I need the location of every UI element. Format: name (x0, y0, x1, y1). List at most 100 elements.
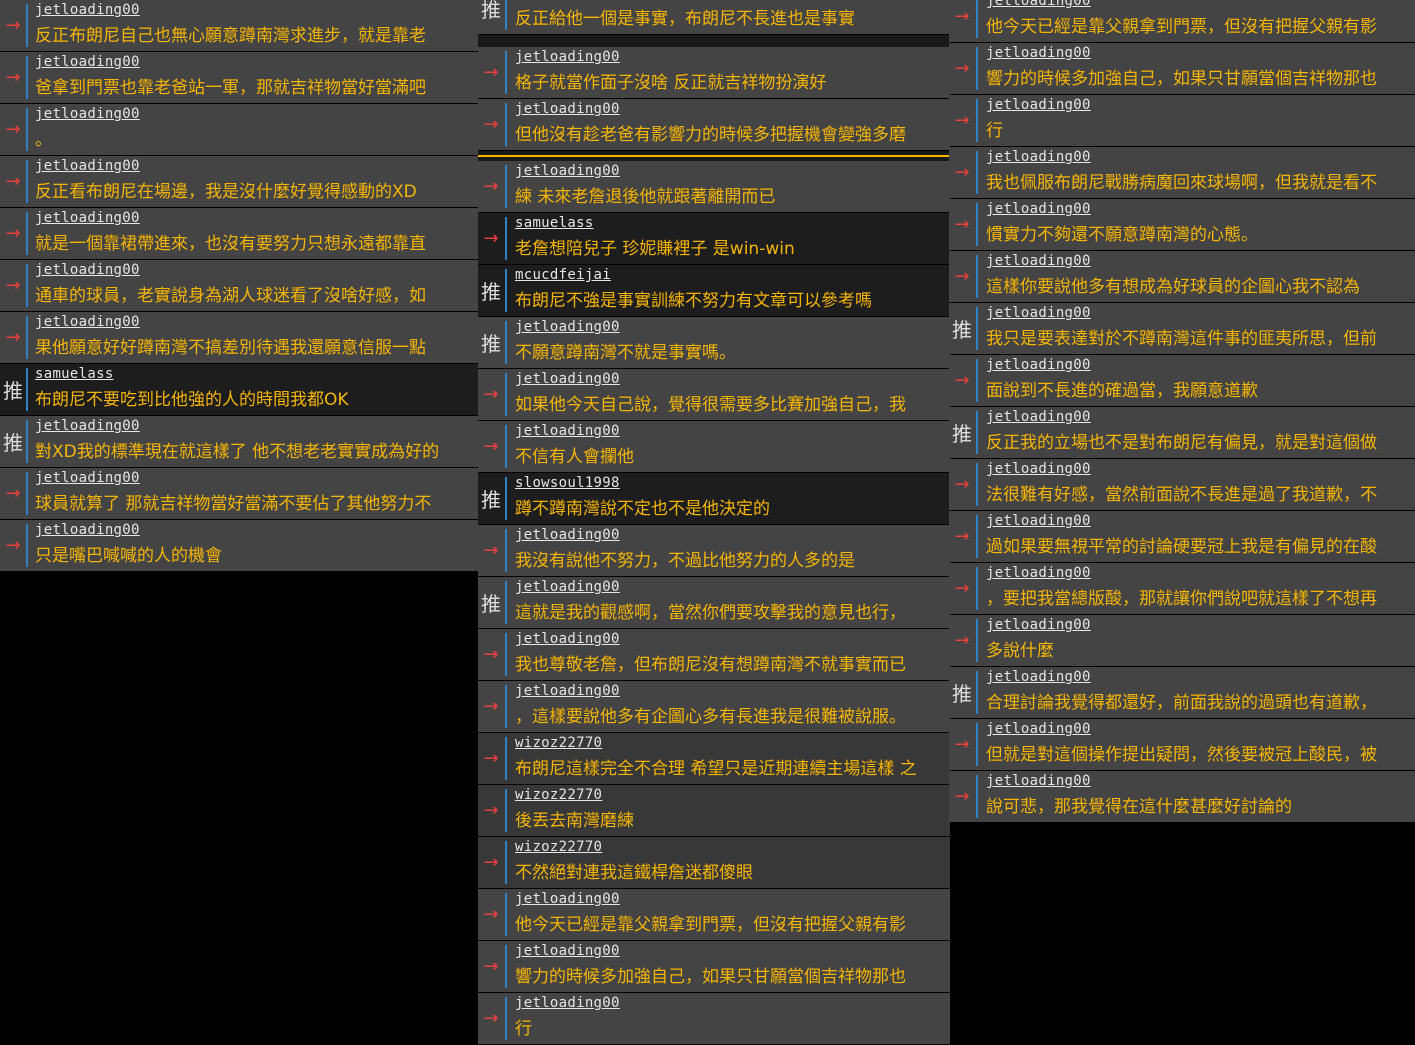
comment-divider (505, 477, 507, 520)
comment-username-link[interactable]: samuelass (515, 215, 594, 231)
arrow-tag-icon: → (5, 67, 21, 88)
comment-row: → jetloading00 反正布朗尼自己也無心願意蹲南灣求進步，就是靠老 (0, 0, 478, 51)
comment-text: 不信有人會攔他 (515, 447, 634, 467)
comment-username-link[interactable]: jetloading00 (515, 0, 620, 1)
comment-text: 反正給他一個是事實，布朗尼不長進也是事實 (515, 9, 855, 29)
comment-divider (976, 307, 978, 350)
comment-text: 就是一個靠裙帶進來，也沒有要努力只想永遠都靠直 (35, 234, 426, 254)
comment-divider (505, 841, 507, 884)
comment-username-link[interactable]: jetloading00 (515, 891, 620, 907)
comment-username-link[interactable]: jetloading00 (515, 319, 620, 335)
comment-username-link[interactable]: jetloading00 (35, 262, 140, 278)
comment-username-link[interactable]: samuelass (35, 366, 114, 382)
comment-username-link[interactable]: jetloading00 (515, 943, 620, 959)
comment-username-link[interactable]: jetloading00 (515, 683, 620, 699)
comment-username-link[interactable]: jetloading00 (515, 49, 620, 65)
comment-username-link[interactable]: slowsoul1998 (515, 475, 620, 491)
comment-divider (976, 463, 978, 506)
comment-row: → jetloading00 這樣你要說他多有想成為好球員的企圖心我不認為 (949, 251, 1415, 302)
comment-row: → jetloading00 但他沒有趁老爸有影響力的時候多把握機會變強多磨 (478, 99, 950, 150)
comment-divider (26, 316, 28, 359)
arrow-tag-icon: → (954, 630, 970, 651)
comment-username-link[interactable]: jetloading00 (986, 565, 1091, 581)
comment-username-link[interactable]: jetloading00 (35, 314, 140, 330)
comment-username-link[interactable]: jetloading00 (986, 409, 1091, 425)
comment-row: → jetloading00 但就是對這個操作提出疑問，然後要被冠上酸民，被 (949, 719, 1415, 770)
arrow-tag-icon: → (954, 370, 970, 391)
comment-username-link[interactable]: jetloading00 (35, 210, 140, 226)
comment-text: 不願意蹲南灣不就是事實嗎。 (515, 343, 736, 363)
comment-username-link[interactable]: jetloading00 (35, 2, 140, 18)
comment-username-link[interactable]: jetloading00 (515, 371, 620, 387)
comment-username-link[interactable]: jetloading00 (986, 45, 1091, 61)
comment-username-link[interactable]: wizoz22770 (515, 735, 602, 751)
arrow-tag-icon: → (954, 578, 970, 599)
comment-text: 反正我的立場也不是對布朗尼有偏見，就是對這個做 (986, 433, 1377, 453)
comment-username-link[interactable]: jetloading00 (515, 163, 620, 179)
comment-username-link[interactable]: wizoz22770 (515, 787, 602, 803)
comment-divider (505, 789, 507, 832)
comment-username-link[interactable]: jetloading00 (35, 54, 140, 70)
comment-text: 如果他今天自己說，覺得很需要多比賽加強自己，我 (515, 395, 906, 415)
arrow-tag-icon: → (483, 436, 499, 457)
comment-username-link[interactable]: jetloading00 (515, 423, 620, 439)
comment-text: 過如果要無視平常的討論硬要冠上我是有偏見的在酸 (986, 537, 1377, 557)
comment-divider (26, 368, 28, 411)
comment-text: 慣實力不夠還不願意蹲南灣的心態。 (986, 225, 1258, 245)
comment-username-link[interactable]: jetloading00 (986, 617, 1091, 633)
comment-row: 推 jetloading00 這就是我的觀感啊，當然你們要攻擊我的意見也行， (478, 577, 950, 628)
comment-text: 響力的時候多加強自己，如果只甘願當個吉祥物那也 (986, 69, 1377, 89)
arrow-tag-icon: → (5, 119, 21, 140)
comment-username-link[interactable]: mcucdfeijai (515, 267, 611, 283)
comment-username-link[interactable]: jetloading00 (986, 669, 1091, 685)
comment-username-link[interactable]: jetloading00 (35, 522, 140, 538)
comment-username-link[interactable]: jetloading00 (986, 149, 1091, 165)
comment-username-link[interactable]: jetloading00 (986, 0, 1091, 9)
comment-text: 通車的球員，老實說身為湖人球迷看了沒啥好感，如 (35, 286, 426, 306)
comment-row: → wizoz22770 布朗尼這樣完全不合理 希望只是近期連續主場這樣 之 (478, 733, 950, 784)
comment-divider (505, 269, 507, 312)
comment-text: 法很難有好感，當然前面說不長進是過了我道歉，不 (986, 485, 1377, 505)
comment-username-link[interactable]: jetloading00 (515, 527, 620, 543)
comment-username-link[interactable]: jetloading00 (986, 773, 1091, 789)
comment-username-link[interactable]: wizoz22770 (515, 839, 602, 855)
arrow-tag-icon: → (483, 62, 499, 83)
comment-username-link[interactable]: jetloading00 (986, 201, 1091, 217)
comment-username-link[interactable]: jetloading00 (35, 106, 140, 122)
comment-row: → jetloading00 ，要把我當總版酸，那就讓你們說吧就這樣了不想再 (949, 563, 1415, 614)
comment-text: 但他沒有趁老爸有影響力的時候多把握機會變強多磨 (515, 125, 906, 145)
comment-divider (505, 997, 507, 1040)
comment-username-link[interactable]: jetloading00 (515, 579, 620, 595)
comment-divider (505, 529, 507, 572)
comment-username-link[interactable]: jetloading00 (986, 513, 1091, 529)
arrow-tag-icon: → (5, 275, 21, 296)
comment-row: 推 jetloading00 反正我的立場也不是對布朗尼有偏見，就是對這個做 (949, 407, 1415, 458)
comment-text: 這就是我的觀感啊，當然你們要攻擊我的意見也行， (515, 603, 906, 623)
comment-username-link[interactable]: jetloading00 (515, 101, 620, 117)
comment-username-link[interactable]: jetloading00 (986, 97, 1091, 113)
comment-username-link[interactable]: jetloading00 (35, 418, 140, 434)
comment-username-link[interactable]: jetloading00 (35, 158, 140, 174)
arrow-tag-icon: → (5, 223, 21, 244)
comment-text: 多說什麼 (986, 641, 1054, 661)
comment-username-link[interactable]: jetloading00 (515, 631, 620, 647)
comment-username-link[interactable]: jetloading00 (986, 461, 1091, 477)
comment-username-link[interactable]: jetloading00 (515, 995, 620, 1011)
comment-username-link[interactable]: jetloading00 (986, 721, 1091, 737)
comment-row: → samuelass 老詹想陪兒子 珍妮賺裡子 是win-win (478, 213, 950, 264)
comment-text: 行 (986, 121, 1003, 141)
comment-text: 反正看布朗尼在場邊，我是沒什麼好覺得感動的XD (35, 182, 417, 202)
comment-text: 布朗尼不要吃到比他強的人的時間我都OK (35, 390, 349, 410)
comment-divider (505, 633, 507, 676)
comment-username-link[interactable]: jetloading00 (986, 305, 1091, 321)
arrow-tag-icon: → (483, 852, 499, 873)
comment-divider (976, 723, 978, 766)
comment-username-link[interactable]: jetloading00 (986, 357, 1091, 373)
comment-divider (505, 217, 507, 260)
arrow-tag-icon: → (954, 6, 970, 27)
arrow-tag-icon: → (954, 474, 970, 495)
comment-username-link[interactable]: jetloading00 (986, 253, 1091, 269)
comment-username-link[interactable]: jetloading00 (35, 470, 140, 486)
comment-row: → jetloading00 只是嘴巴喊喊的人的機會 (0, 520, 478, 571)
comment-row: → jetloading00 我沒有說他不努力，不過比他努力的人多的是 (478, 525, 950, 576)
